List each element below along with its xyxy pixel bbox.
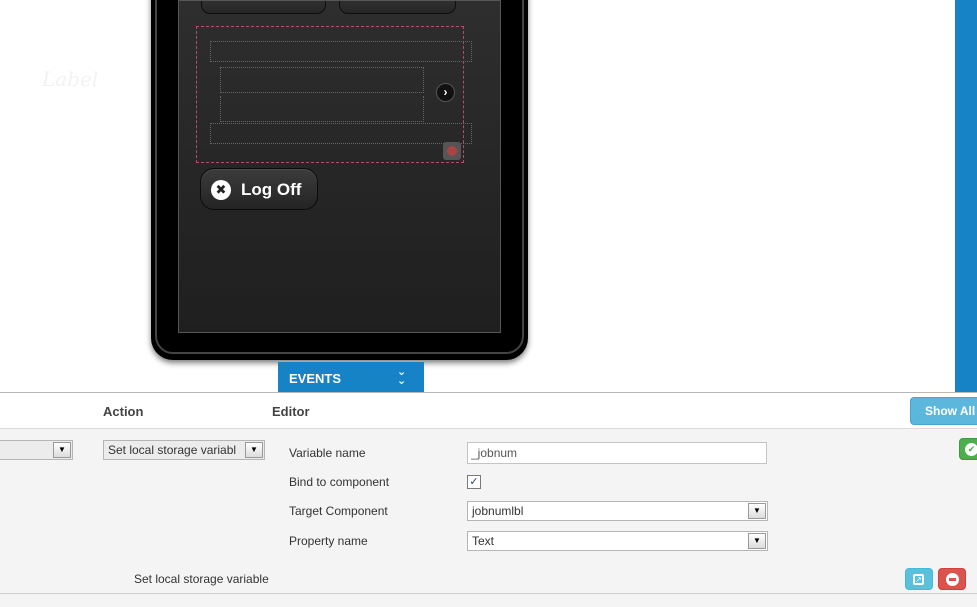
logoff-label: Log Off [241, 180, 302, 199]
dropdown-arrow-icon[interactable]: ▼ [748, 503, 766, 519]
minus-circle-icon [946, 573, 959, 586]
right-side-panel-edge [955, 0, 977, 392]
action-select[interactable]: Set local storage variabl ▼ [103, 440, 265, 460]
bind-to-component-checkbox[interactable]: ✓ [467, 475, 481, 489]
events-tab[interactable]: EVENTS ⌄ ⌄ [278, 362, 424, 393]
list-label-box[interactable] [220, 67, 424, 93]
logoff-button[interactable]: ✖ Log Off [200, 168, 318, 210]
show-all-button[interactable]: Show All [910, 397, 977, 425]
events-panel-header: Action Editor Show All [0, 393, 977, 429]
toolbar-button-left[interactable] [201, 1, 326, 14]
dropdown-arrow-icon[interactable]: ▼ [245, 442, 263, 458]
action-column-header: Action [103, 404, 144, 419]
check-icon: ✔ [965, 443, 977, 456]
variable-name-label: Variable name [289, 446, 366, 460]
editor-column-header: Editor [272, 404, 310, 419]
action-select-value: Set local storage variabl [108, 443, 237, 457]
double-chevron-down-icon: ⌄ ⌄ [397, 366, 407, 387]
property-name-value: Text [472, 534, 495, 548]
bind-to-component-label: Bind to component [289, 475, 390, 489]
target-component-value: jobnumlbl [472, 504, 524, 518]
toolbar-button-right[interactable] [339, 1, 456, 14]
row-divider [0, 593, 977, 594]
target-component-select[interactable]: jobnumlbl ▼ [467, 501, 768, 521]
save-event-button[interactable]: ✔ [959, 438, 977, 460]
list-placeholder-top[interactable] [210, 41, 472, 62]
event-select[interactable]: ▼ [0, 440, 73, 460]
list-sublabel-box[interactable] [220, 96, 424, 122]
property-name-label: Property name [289, 534, 368, 548]
chevron-right-icon[interactable]: › [436, 83, 455, 102]
remove-component-icon[interactable] [443, 142, 461, 160]
close-icon: ✖ [211, 180, 231, 200]
list-item-label[interactable]: Label [42, 67, 98, 91]
dropdown-arrow-icon[interactable]: ▼ [53, 442, 71, 458]
target-component-label: Target Component [289, 504, 388, 518]
edit-event-button[interactable]: ↗ [905, 568, 933, 590]
variable-name-input[interactable] [467, 442, 767, 464]
delete-event-button[interactable] [938, 568, 966, 590]
property-name-select[interactable]: Text ▼ [467, 531, 768, 551]
dropdown-arrow-icon[interactable]: ▼ [748, 533, 766, 549]
event-summary-text: Set local storage variable [134, 572, 269, 586]
app-canvas: ——— ▼ Label › ✖ Log Off EVENTS ⌄⌄ Action… [0, 0, 977, 607]
list-placeholder-bottom[interactable] [210, 123, 472, 144]
events-tab-label: EVENTS [289, 371, 342, 386]
edit-icon: ↗ [913, 574, 924, 585]
